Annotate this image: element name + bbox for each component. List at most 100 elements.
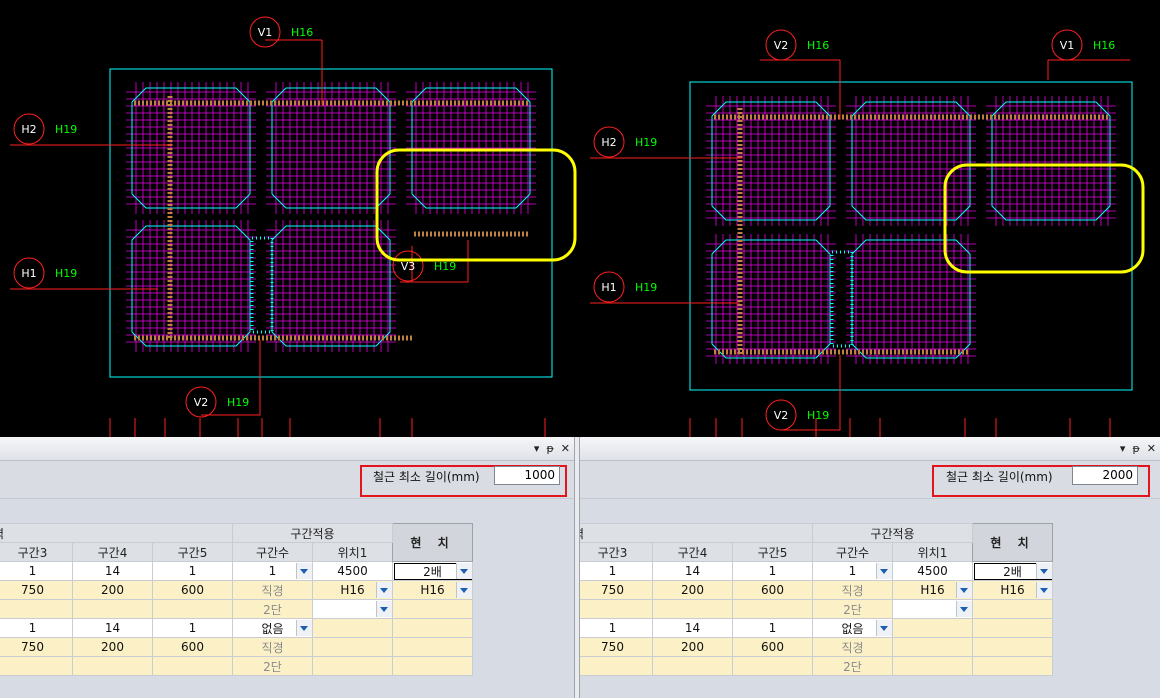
grid-cell[interactable]: 1 [580,561,653,581]
min-length-input[interactable]: 2000 [1072,466,1138,485]
grid-cell[interactable] [732,599,813,619]
grid-cell-dropdown[interactable] [312,599,393,619]
grid-cell[interactable] [972,599,1053,619]
grid-cell-dropdown[interactable]: 2배 [972,561,1053,581]
pin-icon[interactable]: ᵽ [546,442,553,455]
grid-cell-dropdown[interactable]: H16 [892,580,973,600]
grid-cell[interactable] [392,599,473,619]
grid-cell[interactable] [580,656,653,676]
grid-cell[interactable]: 14 [72,618,153,638]
dropdown-icon[interactable]: ▾ [1120,442,1126,455]
cad-drawing[interactable]: V1 H16 H2 H19 H1 H19 V3 H19 V2 H19 V2 H16 V1 H16 H2 H19… [0,0,1160,437]
grid-cell[interactable]: 200 [72,580,153,600]
grid-cell[interactable]: 200 [72,637,153,657]
chevron-down-icon[interactable] [456,582,472,598]
grid-cell[interactable]: 1 [0,561,73,581]
cell-value: 2배 [423,564,442,579]
grid-cell[interactable]: 1 [580,618,653,638]
grid-cell-dropdown[interactable]: 없음 [232,618,313,638]
grid-cell-dropdown[interactable]: 1 [812,561,893,581]
grid-cell[interactable] [892,618,973,638]
grid-cell[interactable]: 750 [580,580,653,600]
grid-cell[interactable]: 1 [0,618,73,638]
left-rebar-panel: ▾ ᵽ ✕ 철근 최소 길이(mm) 1000 력 구간적용 현 치 구간3 구… [0,437,574,698]
grid-cell[interactable] [972,618,1053,638]
chevron-down-icon[interactable] [376,601,392,617]
grid-cell[interactable]: 600 [732,580,813,600]
grid-cell[interactable] [652,656,733,676]
grid-cell[interactable]: 4500 [312,561,393,581]
grid-cell[interactable]: 750 [0,637,73,657]
grid-cell[interactable]: 4500 [892,561,973,581]
grid-cell[interactable] [392,656,473,676]
grid-cell[interactable] [312,637,393,657]
grid-cell[interactable] [152,599,233,619]
column-header: 구간4 [652,542,733,562]
grid-cell-dropdown[interactable] [892,599,973,619]
cad-viewport[interactable]: V1 H16 H2 H19 H1 H19 V3 H19 V2 H19 V2 H16 V1 H16 H2 H19… [0,0,1160,437]
grid-cell[interactable] [392,618,473,638]
grid-cell-dropdown[interactable]: H16 [312,580,393,600]
tag-v2-top-bar: H16 [807,39,829,52]
grid-cell-dropdown[interactable]: 2배 [392,561,473,581]
grid-cell[interactable]: 600 [732,637,813,657]
grid-cell[interactable]: 750 [0,580,73,600]
grid-cell: 직경 [812,637,893,657]
dropdown-icon[interactable]: ▾ [534,442,540,455]
chevron-down-icon[interactable] [1036,563,1052,579]
grid-cell[interactable]: 1 [732,561,813,581]
tag-v3-bar: H19 [434,260,456,273]
grid-cell[interactable]: 600 [152,637,233,657]
grid-cell-dropdown[interactable]: H16 [972,580,1053,600]
panel-titlebar: ▾ ᵽ ✕ [0,437,574,461]
chevron-down-icon[interactable] [876,563,892,579]
grid-cell-dropdown[interactable]: 1 [232,561,313,581]
grid-cell[interactable] [972,637,1053,657]
grid-cell[interactable]: 1 [152,561,233,581]
grid-cell[interactable]: 1 [152,618,233,638]
grid-cell[interactable] [312,618,393,638]
grid-cell[interactable] [0,656,73,676]
chevron-down-icon[interactable] [296,620,312,636]
close-icon[interactable]: ✕ [1147,442,1156,455]
grid-cell[interactable] [392,637,473,657]
min-length-input[interactable]: 1000 [494,466,560,485]
chevron-down-icon[interactable] [376,582,392,598]
grid-cell[interactable]: 14 [72,561,153,581]
grid-cell[interactable]: 200 [652,580,733,600]
min-length-label: 철근 최소 길이(mm) [373,470,480,484]
chevron-down-icon[interactable] [876,620,892,636]
grid-cell[interactable] [732,656,813,676]
tag-h1-id: H1 [21,267,36,280]
chevron-down-icon[interactable] [296,563,312,579]
close-icon[interactable]: ✕ [561,442,570,455]
tag-v2-bar: H19 [807,409,829,422]
grid-cell[interactable]: 14 [652,561,733,581]
grid-cell-dropdown[interactable]: H16 [392,580,473,600]
grid-cell[interactable] [892,656,973,676]
grid-cell[interactable] [72,599,153,619]
grid-cell[interactable] [152,656,233,676]
chevron-down-icon[interactable] [1036,582,1052,598]
chevron-down-icon[interactable] [456,563,472,579]
rebar-grid: 력 구간적용 현 치 구간3 구간4 구간5 구간수 위치1 1 14 1 1 … [580,523,1053,676]
grid-cell[interactable]: 14 [652,618,733,638]
grid-cell[interactable]: 600 [152,580,233,600]
pin-icon[interactable]: ᵽ [1132,442,1139,455]
grid-cell[interactable]: 1 [732,618,813,638]
grid-cell-dropdown[interactable]: 없음 [812,618,893,638]
grid-cell[interactable] [972,656,1053,676]
grid-cell[interactable]: 200 [652,637,733,657]
chevron-down-icon[interactable] [956,601,972,617]
chevron-down-icon[interactable] [956,582,972,598]
tag-v2-top-id: V2 [774,39,789,52]
grid-cell[interactable] [652,599,733,619]
table-row: 1 14 1 없음 [0,618,473,638]
grid-cell[interactable] [0,599,73,619]
grid-cell[interactable] [892,637,973,657]
grid-cell[interactable] [580,599,653,619]
grid-cell[interactable]: 750 [580,637,653,657]
grid-cell[interactable] [312,656,393,676]
grid-cell[interactable] [72,656,153,676]
table-row: 2단 [580,656,1053,676]
